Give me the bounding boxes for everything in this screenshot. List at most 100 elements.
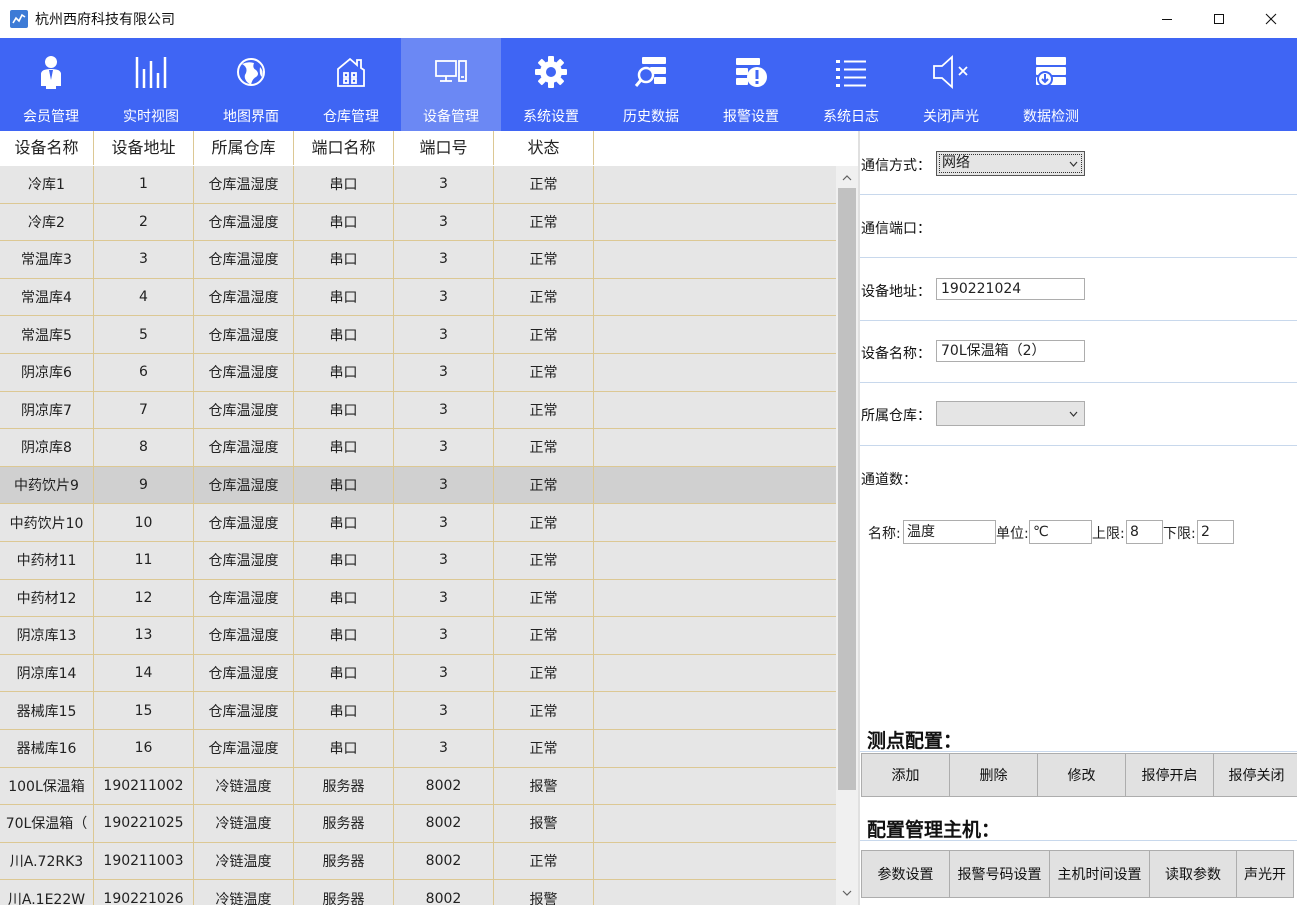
toolbar-item-map[interactable]: 地图界面 (201, 38, 301, 131)
comm-port-label: 通信端口： (861, 221, 931, 237)
table-row[interactable]: 阴凉库6 6 仓库温湿度 串口 3 正常 (0, 353, 836, 392)
toolbar-item-alarm-settings[interactable]: 报警设置 (701, 38, 801, 131)
table-cell: 串口 (294, 579, 394, 617)
warehouse-select[interactable] (936, 401, 1085, 426)
toolbar-item-member[interactable]: 会员管理 (1, 38, 101, 131)
table-row[interactable]: 70L保温箱（ 190221025 冷链温度 服务器 8002 报警 (0, 805, 836, 843)
scroll-down-icon[interactable] (836, 883, 858, 903)
table-cell: 冷库1 (0, 166, 94, 203)
table-cell: 100L保温箱 (0, 767, 94, 805)
table-row[interactable]: 中药饮片9 9 仓库温湿度 串口 3 正常 (0, 466, 836, 505)
minimize-button[interactable] (1141, 0, 1193, 38)
column-header[interactable]: 端口号 (394, 131, 494, 165)
table-row[interactable]: 常温库3 3 仓库温湿度 串口 3 正常 (0, 241, 836, 279)
read-params-button[interactable]: 读取参数 (1149, 850, 1237, 898)
table-cell: 1 (94, 166, 194, 203)
table-row[interactable]: 阴凉库14 14 仓库温湿度 串口 3 正常 (0, 654, 836, 693)
measure-point-row: 名称: 温度 单位: ℃ 上限: 8 下限: 2 (860, 520, 1297, 546)
scroll-up-icon[interactable] (836, 168, 858, 188)
table-row[interactable]: 器械库15 15 仓库温湿度 串口 3 正常 (0, 692, 836, 730)
measure-upper-input[interactable]: 8 (1126, 520, 1163, 544)
table-cell-empty (594, 504, 836, 541)
table-scrollbar[interactable] (836, 166, 858, 905)
table-cell: 正常 (494, 429, 594, 466)
table-row[interactable]: 中药材12 12 仓库温湿度 串口 3 正常 (0, 579, 836, 618)
measure-lower-input[interactable]: 2 (1197, 520, 1234, 544)
table-row[interactable]: 100L保温箱 190211002 冷链温度 服务器 8002 报警 (0, 767, 836, 806)
table-row[interactable]: 川A.72RK3 190211003 冷链温度 服务器 8002 正常 (0, 842, 836, 881)
measure-name-input[interactable]: 温度 (903, 520, 996, 544)
table-row[interactable]: 常温库4 4 仓库温湿度 串口 3 正常 (0, 278, 836, 317)
table-row[interactable]: 冷库2 2 仓库温湿度 串口 3 正常 (0, 203, 836, 242)
toolbar-item-mute[interactable]: 关闭声光 (901, 38, 1001, 131)
table-cell-empty (594, 617, 836, 654)
toolbar-item-label: 系统日志 (823, 109, 879, 125)
toolbar-item-devices[interactable]: 设备管理 (401, 38, 501, 131)
table-row[interactable]: 阴凉库8 8 仓库温湿度 串口 3 正常 (0, 429, 836, 467)
table-cell: 正常 (494, 692, 594, 729)
device-name-input[interactable]: 70L保温箱（2） (936, 340, 1085, 362)
table-cell: 3 (394, 504, 494, 541)
alarm-stop-on-button[interactable]: 报停开启 (1125, 753, 1214, 797)
param-settings-button[interactable]: 参数设置 (861, 850, 950, 898)
table-cell: 11 (94, 541, 194, 579)
table-row[interactable]: 中药饮片10 10 仓库温湿度 串口 3 正常 (0, 504, 836, 542)
table-row[interactable]: 川A.1E22W 190221026 冷链温度 服务器 8002 报警 (0, 880, 836, 905)
add-point-button[interactable]: 添加 (861, 753, 950, 797)
table-cell: 正常 (494, 617, 594, 654)
toolbar-item-history[interactable]: 历史数据 (601, 38, 701, 131)
table-cell: 15 (94, 692, 194, 729)
table-row[interactable]: 常温库5 5 仓库温湿度 串口 3 正常 (0, 316, 836, 354)
column-header[interactable]: 状态 (494, 131, 594, 165)
table-row[interactable]: 冷库1 1 仓库温湿度 串口 3 正常 (0, 166, 836, 204)
table-header: 设备名称 设备地址 所属仓库 端口名称 端口号 状态 (0, 131, 594, 165)
warehouse-icon (331, 52, 371, 92)
table-row[interactable]: 中药材11 11 仓库温湿度 串口 3 正常 (0, 541, 836, 580)
delete-point-button[interactable]: 删除 (949, 753, 1038, 797)
alarm-stop-off-button[interactable]: 报停关闭 (1213, 753, 1297, 797)
device-name-label: 设备名称： (861, 346, 931, 362)
table-cell: 仓库温湿度 (194, 241, 294, 278)
sound-light-on-button[interactable]: 声光开 (1236, 850, 1294, 898)
table-cell: 190211002 (94, 767, 194, 805)
table-row[interactable]: 器械库16 16 仓库温湿度 串口 3 正常 (0, 729, 836, 768)
table-cell: 3 (94, 241, 194, 278)
comm-mode-value: 网络 (942, 155, 970, 171)
alarm-number-button[interactable]: 报警号码设置 (949, 850, 1050, 898)
device-addr-input[interactable]: 190221024 (936, 278, 1085, 300)
toolbar-item-settings[interactable]: 系统设置 (501, 38, 601, 131)
column-header[interactable]: 设备地址 (94, 131, 194, 165)
table-row[interactable]: 阴凉库13 13 仓库温湿度 串口 3 正常 (0, 617, 836, 655)
toolbar-item-label: 关闭声光 (923, 109, 979, 125)
table-cell: 16 (94, 729, 194, 767)
device-table: 设备名称 设备地址 所属仓库 端口名称 端口号 状态 冷库1 1 仓库温湿度 串口 3 正… (0, 131, 858, 905)
toolbar-item-realtime[interactable]: 实时视图 (101, 38, 201, 131)
column-header[interactable]: 端口名称 (294, 131, 394, 165)
table-cell: 正常 (494, 316, 594, 353)
comm-mode-row: 通信方式： 网络 (860, 131, 1297, 195)
table-cell-empty (594, 580, 836, 617)
host-time-button[interactable]: 主机时间设置 (1049, 850, 1150, 898)
column-header[interactable]: 所属仓库 (194, 131, 294, 165)
toolbar-item-data-check[interactable]: 数据检测 (1001, 38, 1101, 131)
table-cell: 串口 (294, 692, 394, 729)
table-cell: 正常 (494, 504, 594, 541)
table-cell: 8 (94, 429, 194, 466)
toolbar-item-log[interactable]: 系统日志 (801, 38, 901, 131)
table-row[interactable]: 阴凉库7 7 仓库温湿度 串口 3 正常 (0, 391, 836, 430)
maximize-button[interactable] (1193, 0, 1245, 38)
close-button[interactable] (1245, 0, 1297, 38)
modify-point-button[interactable]: 修改 (1037, 753, 1126, 797)
table-cell: 阴凉库13 (0, 617, 94, 654)
table-cell: 正常 (494, 278, 594, 316)
table-cell: 冷链温度 (194, 805, 294, 842)
column-header[interactable]: 设备名称 (0, 131, 94, 165)
table-cell: 正常 (494, 842, 594, 880)
channels-row: 通道数： (860, 446, 1297, 509)
measure-unit-input[interactable]: ℃ (1029, 520, 1092, 544)
scrollbar-thumb[interactable] (838, 188, 856, 790)
mute-icon (931, 52, 971, 92)
toolbar-item-warehouse[interactable]: 仓库管理 (301, 38, 401, 131)
comm-port-row: 通信端口： (860, 195, 1297, 258)
comm-mode-select[interactable]: 网络 (936, 151, 1085, 176)
